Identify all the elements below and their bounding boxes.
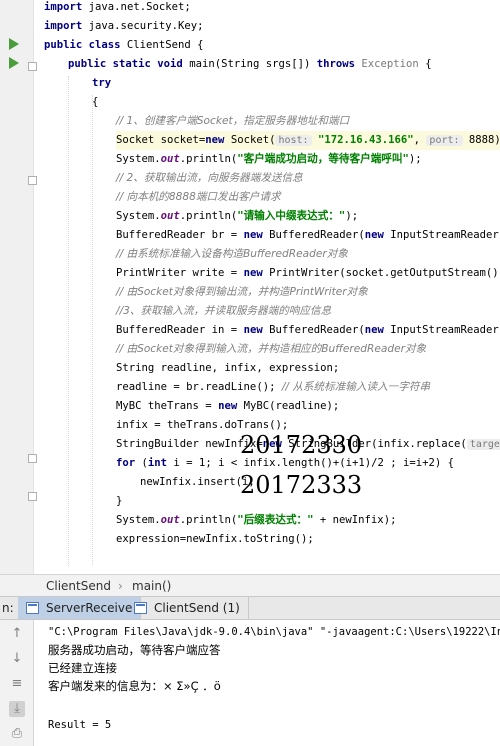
console-line: "C:\Program Files\Java\jdk-9.0.4\bin\jav…	[48, 626, 500, 638]
code-line-4: public static void main(String srgs[]) t…	[68, 58, 432, 70]
soft-wrap-icon[interactable]: ≡	[9, 676, 25, 692]
comment-line: // 1、创建客户端Socket，指定服务器地址和端口	[116, 115, 350, 127]
breadcrumb: ClientSend › main()	[0, 574, 500, 596]
comment-line: // 向本机的8888端口发出客户请求	[116, 191, 281, 203]
run-panel-label: n:	[2, 601, 14, 615]
tab-server-receive[interactable]: ServerReceive	[18, 597, 142, 619]
up-arrow-icon[interactable]: ↑	[9, 626, 25, 642]
fold-marker-icon[interactable]	[28, 176, 37, 185]
code-line-5: try	[92, 77, 112, 89]
tab-client-send[interactable]: ClientSend (1)	[126, 597, 249, 619]
code-line-println: System.out.println("后缀表达式：" + newInfix);	[116, 514, 397, 526]
param-hint: host:	[275, 135, 312, 146]
console-app-icon	[26, 602, 39, 614]
breadcrumb-separator: ›	[118, 579, 123, 593]
code-line-6: {	[92, 96, 99, 108]
fold-marker-icon[interactable]	[28, 492, 37, 501]
fold-marker-icon[interactable]	[28, 62, 37, 71]
code-line-socket: Socket socket=new Socket(host: "172.16.4…	[116, 131, 500, 150]
tab-label: ServerReceive	[46, 601, 133, 615]
param-hint: port:	[426, 135, 463, 146]
comment-line: //3、获取输入流，并读取服务器端的响应信息	[116, 305, 332, 317]
print-icon[interactable]: ⎙	[9, 726, 25, 742]
console-toolbar: ↑ ↓ ≡ ⤓ ⎙	[0, 620, 34, 746]
comment-line: // 由系统标准输入设备构造BufferedReader对象	[116, 248, 348, 260]
code-line-in: BufferedReader in = new BufferedReader(n…	[116, 324, 500, 336]
overlay-number: 20172330	[240, 431, 363, 459]
code-line-println: System.out.println("请输入中缀表达式：");	[116, 210, 359, 222]
console-line: 服务器成功启动，等待客户端应答	[48, 643, 221, 657]
scroll-to-end-icon[interactable]: ⤓	[9, 701, 25, 717]
down-arrow-icon[interactable]: ↓	[9, 651, 25, 667]
param-hint: target	[466, 439, 500, 450]
code-line-vars: String readline, infix, expression;	[116, 362, 340, 374]
fold-marker-icon[interactable]	[28, 454, 37, 463]
comment-line: // 由Socket对象得到输入流，并构造相应的BufferedReader对象	[116, 343, 427, 355]
code-editor[interactable]: import java.net.Socket; import java.secu…	[0, 0, 500, 574]
overlay-number: 20172333	[240, 471, 363, 499]
run-class-icon[interactable]	[9, 38, 19, 50]
indent-guide	[92, 95, 93, 565]
code-line-mybc: MyBC theTrans = new MyBC(readline);	[116, 400, 340, 412]
editor-gutter	[0, 0, 37, 574]
indent-guide	[68, 76, 69, 566]
comment-line: // 2、获取输出流，向服务器端发送信息	[116, 172, 303, 184]
code-line-expression: expression=newInfix.toString();	[116, 533, 314, 545]
code-line-3: public class ClientSend {	[44, 39, 204, 51]
console-app-icon	[134, 602, 147, 614]
code-line-write: PrintWriter write = new PrintWriter(sock…	[116, 267, 500, 279]
breadcrumb-item-class[interactable]: ClientSend	[46, 575, 111, 597]
code-line-2: import java.security.Key;	[44, 20, 204, 32]
console-line: Result = 5	[48, 719, 112, 731]
code-line-br: BufferedReader br = new BufferedReader(n…	[116, 229, 500, 241]
comment-line: // 由Socket对象得到输出流，并构造PrintWriter对象	[116, 286, 368, 298]
breadcrumb-item-method[interactable]: main()	[132, 575, 171, 597]
code-line-println: System.out.println("客户端成功启动，等待客户端呼叫");	[116, 153, 422, 165]
code-line-readline: readline = br.readLine(); // 从系统标准输入读入一字…	[116, 381, 431, 393]
console-line: 已经建立连接	[48, 661, 117, 675]
code-line-close: }	[116, 495, 123, 507]
code-line-insert: newInfix.insert(i,	[140, 476, 255, 488]
console-panel[interactable]: ↑ ↓ ≡ ⤓ ⎙ "C:\Program Files\Java\jdk-9.0…	[0, 620, 500, 746]
run-main-icon[interactable]	[9, 57, 19, 69]
console-line: 客户端发来的信息为：× Σ»Ç ．ö	[48, 679, 221, 693]
code-line-1: import java.net.Socket;	[44, 1, 191, 13]
tab-label: ClientSend (1)	[154, 601, 240, 615]
run-tab-bar: n: ServerReceive ClientSend (1)	[0, 596, 500, 620]
